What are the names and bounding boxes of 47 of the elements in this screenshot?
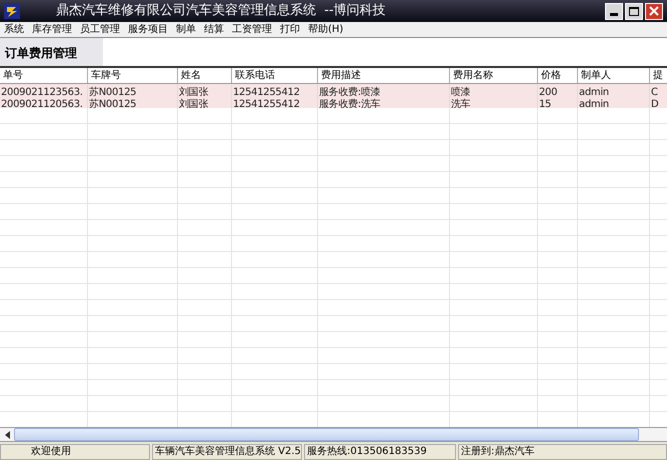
status-text: 欢迎使用 bbox=[0, 444, 150, 460]
column-header[interactable]: 联系电话 bbox=[232, 68, 318, 83]
status-text: 车辆汽车美容管理信息系统 V2.5 bbox=[152, 444, 302, 460]
column-header[interactable]: 制单人 bbox=[578, 68, 650, 83]
column-header[interactable]: 提 bbox=[650, 68, 667, 83]
window-title: 鼎杰汽车维修有限公司汽车美容管理信息系统 --博问科技 bbox=[56, 2, 386, 20]
column-header[interactable]: 姓名 bbox=[178, 68, 232, 83]
table-cell: 12541255412 bbox=[233, 99, 300, 108]
menu-item[interactable]: 服务项目 bbox=[124, 22, 172, 36]
table-cell: 15 bbox=[539, 99, 552, 108]
close-icon bbox=[649, 6, 659, 16]
minimize-button[interactable] bbox=[605, 2, 623, 20]
status-text: 注册到:鼎杰汽车 bbox=[458, 444, 667, 460]
left-arrow-icon bbox=[4, 430, 10, 438]
table-cell: admin bbox=[579, 99, 609, 108]
column-header[interactable]: 费用名称 bbox=[450, 68, 538, 83]
minimize-icon bbox=[610, 12, 618, 16]
scrollbar-thumb[interactable] bbox=[14, 428, 639, 441]
panel-title: 订单费用管理 bbox=[0, 38, 103, 66]
table-cell: C bbox=[651, 87, 658, 96]
table-cell: 12541255412 bbox=[233, 87, 300, 96]
table-cell: D bbox=[651, 99, 658, 108]
column-header[interactable]: 车牌号 bbox=[88, 68, 178, 83]
menu-item[interactable]: 系统 bbox=[0, 22, 28, 36]
status-text: 服务热线:013506183539 bbox=[304, 444, 456, 460]
column-header[interactable]: 价格 bbox=[538, 68, 578, 83]
menu-item[interactable]: 打印 bbox=[276, 22, 304, 36]
table-cell: admin bbox=[579, 87, 609, 96]
table-cell: 苏N00125 bbox=[89, 99, 136, 108]
menu-item[interactable]: 库存管理 bbox=[28, 22, 76, 36]
column-header[interactable]: 单号 bbox=[0, 68, 88, 83]
maximize-button[interactable] bbox=[625, 2, 643, 20]
app-icon bbox=[4, 3, 20, 19]
menu-item[interactable]: 帮助(H) bbox=[304, 22, 348, 36]
column-header[interactable]: 费用描述 bbox=[318, 68, 450, 83]
table-cell: 2009021120563. bbox=[1, 99, 83, 108]
table-cell: 200 bbox=[539, 87, 558, 96]
table-cell: 洗车 bbox=[451, 99, 470, 108]
table-cell: 2009021123563. bbox=[1, 87, 83, 96]
menu-item[interactable]: 结算 bbox=[200, 22, 228, 36]
horizontal-scrollbar[interactable] bbox=[0, 427, 667, 442]
table-cell: 苏N00125 bbox=[89, 87, 136, 96]
menu-item[interactable]: 工资管理 bbox=[228, 22, 276, 36]
maximize-icon bbox=[629, 6, 639, 16]
close-button[interactable] bbox=[645, 2, 663, 20]
menu-item[interactable]: 制单 bbox=[172, 22, 200, 36]
menu-item[interactable]: 员工管理 bbox=[76, 22, 124, 36]
